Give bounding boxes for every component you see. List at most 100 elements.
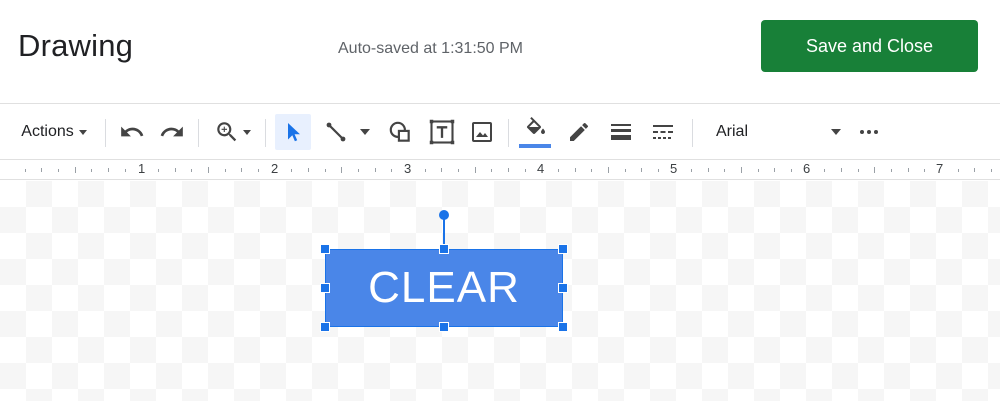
ruler-number: 6 bbox=[800, 161, 814, 176]
insert-image-button[interactable] bbox=[464, 114, 500, 150]
chevron-down-icon bbox=[360, 129, 370, 135]
ruler-tick bbox=[607, 167, 609, 173]
drawing-title: Drawing bbox=[18, 28, 134, 63]
ruler-tick bbox=[491, 168, 493, 172]
ruler-tick bbox=[324, 168, 326, 172]
zoom-icon bbox=[216, 122, 236, 142]
ruler-tick bbox=[574, 168, 576, 172]
zoom-button[interactable] bbox=[208, 114, 256, 150]
text-box-button[interactable] bbox=[424, 114, 460, 150]
ruler-tick bbox=[457, 168, 459, 172]
ruler-tick bbox=[741, 167, 743, 173]
chevron-down-icon bbox=[242, 129, 251, 135]
toolbar-divider bbox=[508, 119, 509, 147]
ruler-tick bbox=[107, 168, 109, 172]
ruler-number: 4 bbox=[534, 161, 548, 176]
toolbar-divider bbox=[105, 119, 106, 147]
resize-handle-top[interactable] bbox=[439, 244, 449, 254]
autosave-status: Auto-saved at 1:31:50 PM bbox=[338, 40, 523, 57]
ruler-tick bbox=[257, 168, 259, 172]
ruler-tick bbox=[307, 168, 309, 172]
ruler-tick bbox=[507, 168, 509, 172]
ruler-tick bbox=[841, 168, 843, 172]
ruler-tick bbox=[624, 168, 626, 172]
select-tool-button[interactable] bbox=[275, 114, 311, 150]
resize-handle-bottom-left[interactable] bbox=[320, 322, 330, 332]
ruler-tick bbox=[524, 168, 526, 172]
ruler-tick bbox=[374, 168, 376, 172]
border-dash-button[interactable] bbox=[646, 114, 680, 150]
ruler-number: 2 bbox=[268, 161, 282, 176]
ruler-tick bbox=[357, 168, 359, 172]
drawing-canvas[interactable]: CLEAR bbox=[0, 181, 1000, 401]
ruler-tick bbox=[191, 168, 193, 172]
resize-handle-top-left[interactable] bbox=[320, 244, 330, 254]
redo-button[interactable] bbox=[156, 114, 188, 150]
ruler-tick bbox=[641, 168, 643, 172]
ruler-tick bbox=[224, 168, 226, 172]
ruler-tick bbox=[657, 168, 659, 172]
ruler-tick bbox=[707, 168, 709, 172]
ruler-tick bbox=[441, 168, 443, 172]
resize-handle-bottom[interactable] bbox=[439, 322, 449, 332]
line-icon bbox=[326, 122, 346, 142]
save-and-close-button[interactable]: Save and Close bbox=[761, 20, 978, 72]
ruler-tick bbox=[924, 168, 926, 172]
ruler-number: 3 bbox=[401, 161, 415, 176]
ruler-tick bbox=[874, 167, 876, 173]
ruler-tick bbox=[91, 168, 93, 172]
ruler-tick bbox=[824, 168, 826, 172]
fill-color-icon bbox=[526, 117, 545, 134]
ruler-number: 5 bbox=[667, 161, 681, 176]
rotation-handle[interactable] bbox=[439, 210, 449, 220]
resize-handle-left[interactable] bbox=[320, 283, 330, 293]
more-icon bbox=[860, 130, 878, 134]
toolbar-divider bbox=[692, 119, 693, 147]
border-color-button[interactable] bbox=[562, 114, 596, 150]
shape-tool-button[interactable] bbox=[382, 114, 418, 150]
ruler-tick bbox=[57, 168, 59, 172]
ruler-tick bbox=[341, 167, 343, 173]
image-icon bbox=[472, 122, 492, 142]
resize-handle-bottom-right[interactable] bbox=[558, 322, 568, 332]
resize-handle-top-right[interactable] bbox=[558, 244, 568, 254]
ruler-tick bbox=[24, 168, 26, 172]
font-family-select[interactable]: Arial bbox=[710, 114, 845, 150]
ruler-tick bbox=[857, 168, 859, 172]
border-weight-button[interactable] bbox=[604, 114, 638, 150]
border-color-icon bbox=[570, 122, 589, 141]
undo-icon bbox=[121, 126, 144, 137]
ruler-tick bbox=[424, 168, 426, 172]
border-dash-icon bbox=[653, 125, 673, 139]
fill-color-button[interactable] bbox=[519, 114, 553, 150]
ruler-tick bbox=[41, 168, 43, 172]
ruler-tick bbox=[757, 168, 759, 172]
horizontal-ruler: 1 2 3 4 5 6 7 bbox=[0, 160, 1000, 180]
line-options-dropdown[interactable] bbox=[356, 114, 374, 150]
ruler-tick bbox=[791, 168, 793, 172]
ruler-tick bbox=[124, 168, 126, 172]
shape-icon bbox=[389, 121, 410, 142]
more-options-button[interactable] bbox=[853, 114, 885, 150]
chevron-down-icon bbox=[78, 129, 87, 135]
ruler-tick bbox=[691, 168, 693, 172]
ruler-tick bbox=[291, 168, 293, 172]
ruler-tick bbox=[774, 168, 776, 172]
font-family-value: Arial bbox=[716, 123, 749, 140]
ruler-tick bbox=[891, 168, 893, 172]
ruler-tick bbox=[157, 168, 159, 172]
ruler-tick bbox=[241, 168, 243, 172]
ruler-number: 7 bbox=[933, 161, 947, 176]
border-weight-icon bbox=[611, 124, 631, 140]
undo-button[interactable] bbox=[116, 114, 148, 150]
ruler-tick bbox=[74, 167, 76, 173]
text-box-icon bbox=[429, 119, 455, 145]
ruler-tick bbox=[474, 167, 476, 173]
actions-menu[interactable]: Actions bbox=[12, 114, 96, 150]
ruler-tick bbox=[724, 168, 726, 172]
ruler-tick bbox=[557, 168, 559, 172]
line-tool-button[interactable] bbox=[318, 114, 354, 150]
toolbar: Actions Arial bbox=[0, 104, 1000, 160]
resize-handle-right[interactable] bbox=[558, 283, 568, 293]
header: Drawing Auto-saved at 1:31:50 PM Save an… bbox=[0, 0, 1000, 104]
